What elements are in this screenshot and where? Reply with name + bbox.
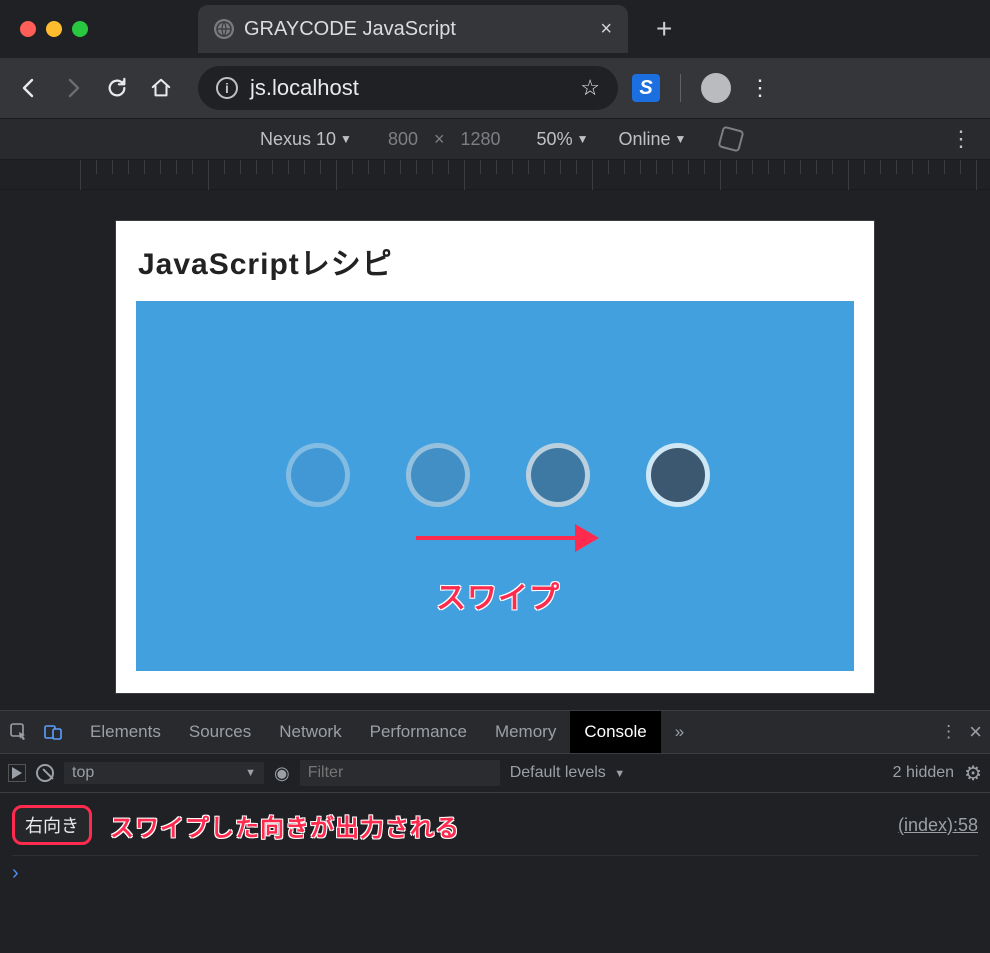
- browser-toolbar: i js.localhost ☆ S ⋮: [0, 58, 990, 118]
- device-toolbar-menu[interactable]: ⋮: [950, 126, 972, 152]
- console-log-row[interactable]: 右向き スワイプした向きが出力される (index):58: [12, 801, 978, 856]
- console-toolbar: top ▼ ◉ Default levels ▼ 2 hidden ⚙: [0, 753, 990, 793]
- tab-title: GRAYCODE JavaScript: [244, 18, 590, 41]
- tab-network[interactable]: Network: [265, 711, 355, 753]
- chevron-down-icon: ▼: [577, 132, 589, 146]
- forward-button[interactable]: [58, 73, 88, 103]
- device-height[interactable]: 1280: [461, 129, 501, 150]
- maximize-window-button[interactable]: [72, 21, 88, 37]
- chevron-down-icon: ▼: [675, 132, 687, 146]
- filter-input[interactable]: [300, 760, 500, 786]
- swipe-cursor-dot: [646, 443, 710, 507]
- toolbar-divider: [680, 74, 681, 102]
- console-output: 右向き スワイプした向きが出力される (index):58 ›: [0, 793, 990, 893]
- context-value: top: [72, 764, 94, 782]
- swipe-trail-dot: [406, 443, 470, 507]
- swipe-canvas[interactable]: スワイプ: [136, 301, 854, 671]
- new-tab-button[interactable]: +: [656, 13, 672, 45]
- site-info-icon[interactable]: i: [216, 77, 238, 99]
- devtools-close-icon[interactable]: ×: [969, 719, 982, 745]
- emulated-viewport: JavaScriptレシピ スワイプ: [0, 190, 990, 710]
- close-window-button[interactable]: [20, 21, 36, 37]
- tab-sources[interactable]: Sources: [175, 711, 265, 753]
- throttle-select[interactable]: Online ▼: [618, 129, 686, 150]
- device-width[interactable]: 800: [388, 129, 418, 150]
- console-log-source[interactable]: (index):58: [898, 815, 978, 836]
- window-controls: [20, 21, 88, 37]
- close-tab-button[interactable]: ×: [600, 18, 612, 41]
- tab-elements[interactable]: Elements: [76, 711, 175, 753]
- inspect-icon[interactable]: [8, 721, 30, 743]
- hidden-count[interactable]: 2 hidden: [893, 764, 954, 782]
- console-sidebar-toggle[interactable]: [8, 764, 26, 782]
- swipe-trail-dot: [526, 443, 590, 507]
- url-text: js.localhost: [250, 75, 568, 101]
- bookmark-star-icon[interactable]: ☆: [580, 75, 600, 101]
- tab-strip: GRAYCODE JavaScript × +: [0, 0, 990, 58]
- device-mode-icon[interactable]: [42, 721, 64, 743]
- live-expression-icon[interactable]: ◉: [274, 763, 290, 784]
- console-log-message: 右向き: [12, 805, 92, 845]
- zoom-select[interactable]: 50% ▼: [537, 129, 589, 150]
- devtools-tabstrip: Elements Sources Network Performance Mem…: [0, 711, 990, 753]
- back-button[interactable]: [14, 73, 44, 103]
- log-levels-label: Default levels: [510, 764, 606, 781]
- globe-icon: [214, 19, 234, 39]
- chevron-down-icon: ▼: [614, 768, 625, 780]
- device-name: Nexus 10: [260, 129, 336, 150]
- browser-menu-button[interactable]: ⋮: [745, 73, 775, 103]
- device-select[interactable]: Nexus 10 ▼: [260, 129, 352, 150]
- console-settings-icon[interactable]: ⚙: [964, 761, 982, 786]
- tab-performance[interactable]: Performance: [356, 711, 481, 753]
- reload-button[interactable]: [102, 73, 132, 103]
- console-prompt[interactable]: ›: [12, 856, 978, 885]
- annotation-output-label: スワイプした向きが出力される: [110, 808, 460, 843]
- annotation-swipe-label: スワイプ: [436, 573, 560, 617]
- browser-chrome: GRAYCODE JavaScript × + i js.localhost ☆…: [0, 0, 990, 118]
- profile-avatar[interactable]: [701, 73, 731, 103]
- throttle-value: Online: [618, 129, 670, 150]
- swipe-trail-dot: [286, 443, 350, 507]
- devtools-panel: Elements Sources Network Performance Mem…: [0, 710, 990, 893]
- chevron-down-icon: ▼: [245, 767, 256, 779]
- extension-icon[interactable]: S: [632, 74, 660, 102]
- page-heading: JavaScriptレシピ: [116, 221, 874, 301]
- times-glyph: ×: [434, 129, 445, 150]
- tab-overflow[interactable]: »: [661, 711, 698, 753]
- rotate-icon[interactable]: [718, 126, 745, 153]
- zoom-value: 50%: [537, 129, 573, 150]
- browser-tab[interactable]: GRAYCODE JavaScript ×: [198, 5, 628, 53]
- minimize-window-button[interactable]: [46, 21, 62, 37]
- annotation-arrow: [416, 536, 596, 540]
- log-levels-select[interactable]: Default levels ▼: [510, 764, 625, 782]
- clear-console-icon[interactable]: [36, 764, 54, 782]
- address-bar[interactable]: i js.localhost ☆: [198, 66, 618, 110]
- rendered-page[interactable]: JavaScriptレシピ スワイプ: [115, 220, 875, 694]
- tab-memory[interactable]: Memory: [481, 711, 570, 753]
- ruler: [0, 160, 990, 190]
- devtools-menu-icon[interactable]: ⋮: [940, 722, 957, 742]
- tab-console[interactable]: Console: [570, 711, 660, 753]
- device-toolbar: Nexus 10 ▼ 800 × 1280 50% ▼ Online ▼ ⋮: [0, 118, 990, 160]
- home-button[interactable]: [146, 73, 176, 103]
- context-select[interactable]: top ▼: [64, 762, 264, 784]
- chevron-down-icon: ▼: [340, 132, 352, 146]
